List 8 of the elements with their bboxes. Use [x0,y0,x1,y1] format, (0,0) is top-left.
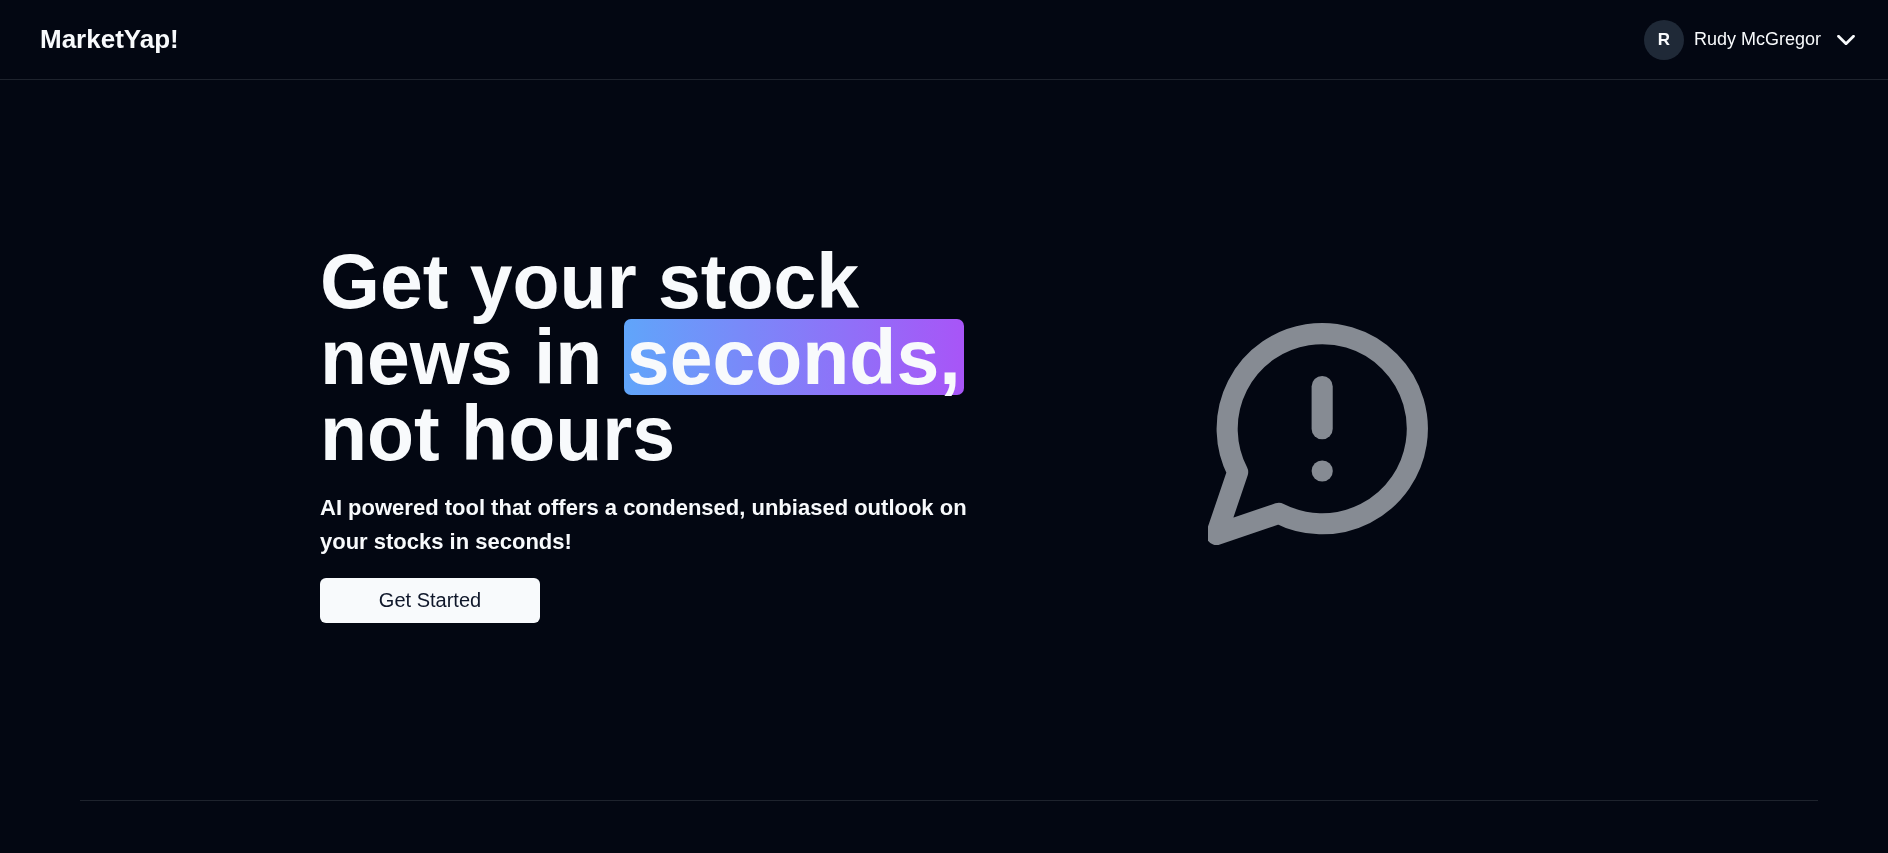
headline: Get your stock news in seconds, not hours [320,243,1000,471]
get-started-button[interactable]: Get Started [320,578,540,623]
logo[interactable]: MarketYap! [40,24,179,55]
chevron-down-icon [1837,34,1855,45]
speech-bubble-exclamation-icon [1208,321,1430,545]
user-menu-button[interactable]: R Rudy McGregor [1643,19,1855,60]
avatar: R [1643,19,1684,60]
subtitle: AI powered tool that offers a condensed, unbiased outlook on your stocks in seconds! [320,494,968,556]
